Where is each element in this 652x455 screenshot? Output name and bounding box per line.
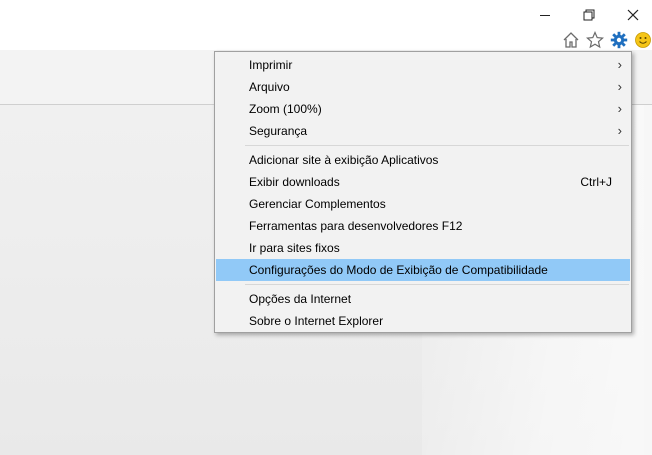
menu-item-label: Ir para sites fixos — [249, 241, 340, 255]
chevron-right-icon: › — [617, 101, 622, 116]
menu-item-label: Ferramentas para desenvolvedores F12 — [249, 219, 463, 233]
menu-separator — [245, 145, 629, 146]
command-toolbar — [0, 30, 652, 50]
menu-item-internet-options[interactable]: Opções da Internet — [216, 288, 630, 310]
menu-item-compatibility-settings[interactable]: Configurações do Modo de Exibição de Com… — [216, 259, 630, 281]
menu-item-print[interactable]: Imprimir › — [216, 54, 630, 76]
title-bar — [0, 0, 652, 30]
menu-item-label: Imprimir — [249, 58, 293, 72]
gear-icon — [610, 31, 628, 49]
menu-item-dev-tools[interactable]: Ferramentas para desenvolvedores F12 — [216, 215, 630, 237]
menu-item-add-to-apps[interactable]: Adicionar site à exibição Aplicativos — [216, 149, 630, 171]
favorites-button[interactable] — [584, 30, 606, 50]
menu-item-zoom[interactable]: Zoom (100%) › — [216, 98, 630, 120]
star-icon — [586, 31, 604, 49]
scrollbar-track[interactable] — [644, 105, 652, 455]
restore-icon — [583, 9, 595, 21]
smiley-icon — [635, 32, 651, 48]
menu-item-security[interactable]: Segurança › — [216, 120, 630, 142]
feedback-button[interactable] — [632, 30, 652, 50]
home-icon — [563, 32, 579, 48]
chevron-right-icon: › — [617, 123, 622, 138]
minimize-button[interactable] — [522, 0, 568, 30]
chevron-right-icon: › — [617, 79, 622, 94]
home-button[interactable] — [560, 30, 582, 50]
minimize-icon — [540, 14, 550, 16]
menu-item-file[interactable]: Arquivo › — [216, 76, 630, 98]
menu-item-label: Gerenciar Complementos — [249, 197, 386, 211]
menu-item-label: Segurança — [249, 124, 308, 138]
tools-button[interactable] — [608, 30, 630, 50]
menu-item-pinned-sites[interactable]: Ir para sites fixos — [216, 237, 630, 259]
chevron-right-icon: › — [617, 57, 622, 72]
menu-item-label: Zoom (100%) — [249, 102, 322, 116]
menu-item-label: Arquivo — [249, 80, 290, 94]
menu-item-label: Sobre o Internet Explorer — [249, 314, 384, 328]
menu-item-about-ie[interactable]: Sobre o Internet Explorer — [216, 310, 630, 332]
menu-item-view-downloads[interactable]: Exibir downloads Ctrl+J — [216, 171, 630, 193]
tools-menu: Imprimir › Arquivo › Zoom (100%) › Segur… — [214, 51, 632, 333]
menu-item-label: Opções da Internet — [249, 292, 352, 306]
menu-item-label: Exibir downloads — [249, 175, 340, 189]
menu-item-manage-addons[interactable]: Gerenciar Complementos — [216, 193, 630, 215]
menu-item-shortcut: Ctrl+J — [580, 175, 612, 189]
menu-separator — [245, 284, 629, 285]
restore-button[interactable] — [566, 0, 612, 30]
close-icon — [627, 9, 639, 21]
menu-item-label: Configurações do Modo de Exibição de Com… — [249, 263, 548, 277]
close-button[interactable] — [610, 0, 652, 30]
menu-item-label: Adicionar site à exibição Aplicativos — [249, 153, 439, 167]
